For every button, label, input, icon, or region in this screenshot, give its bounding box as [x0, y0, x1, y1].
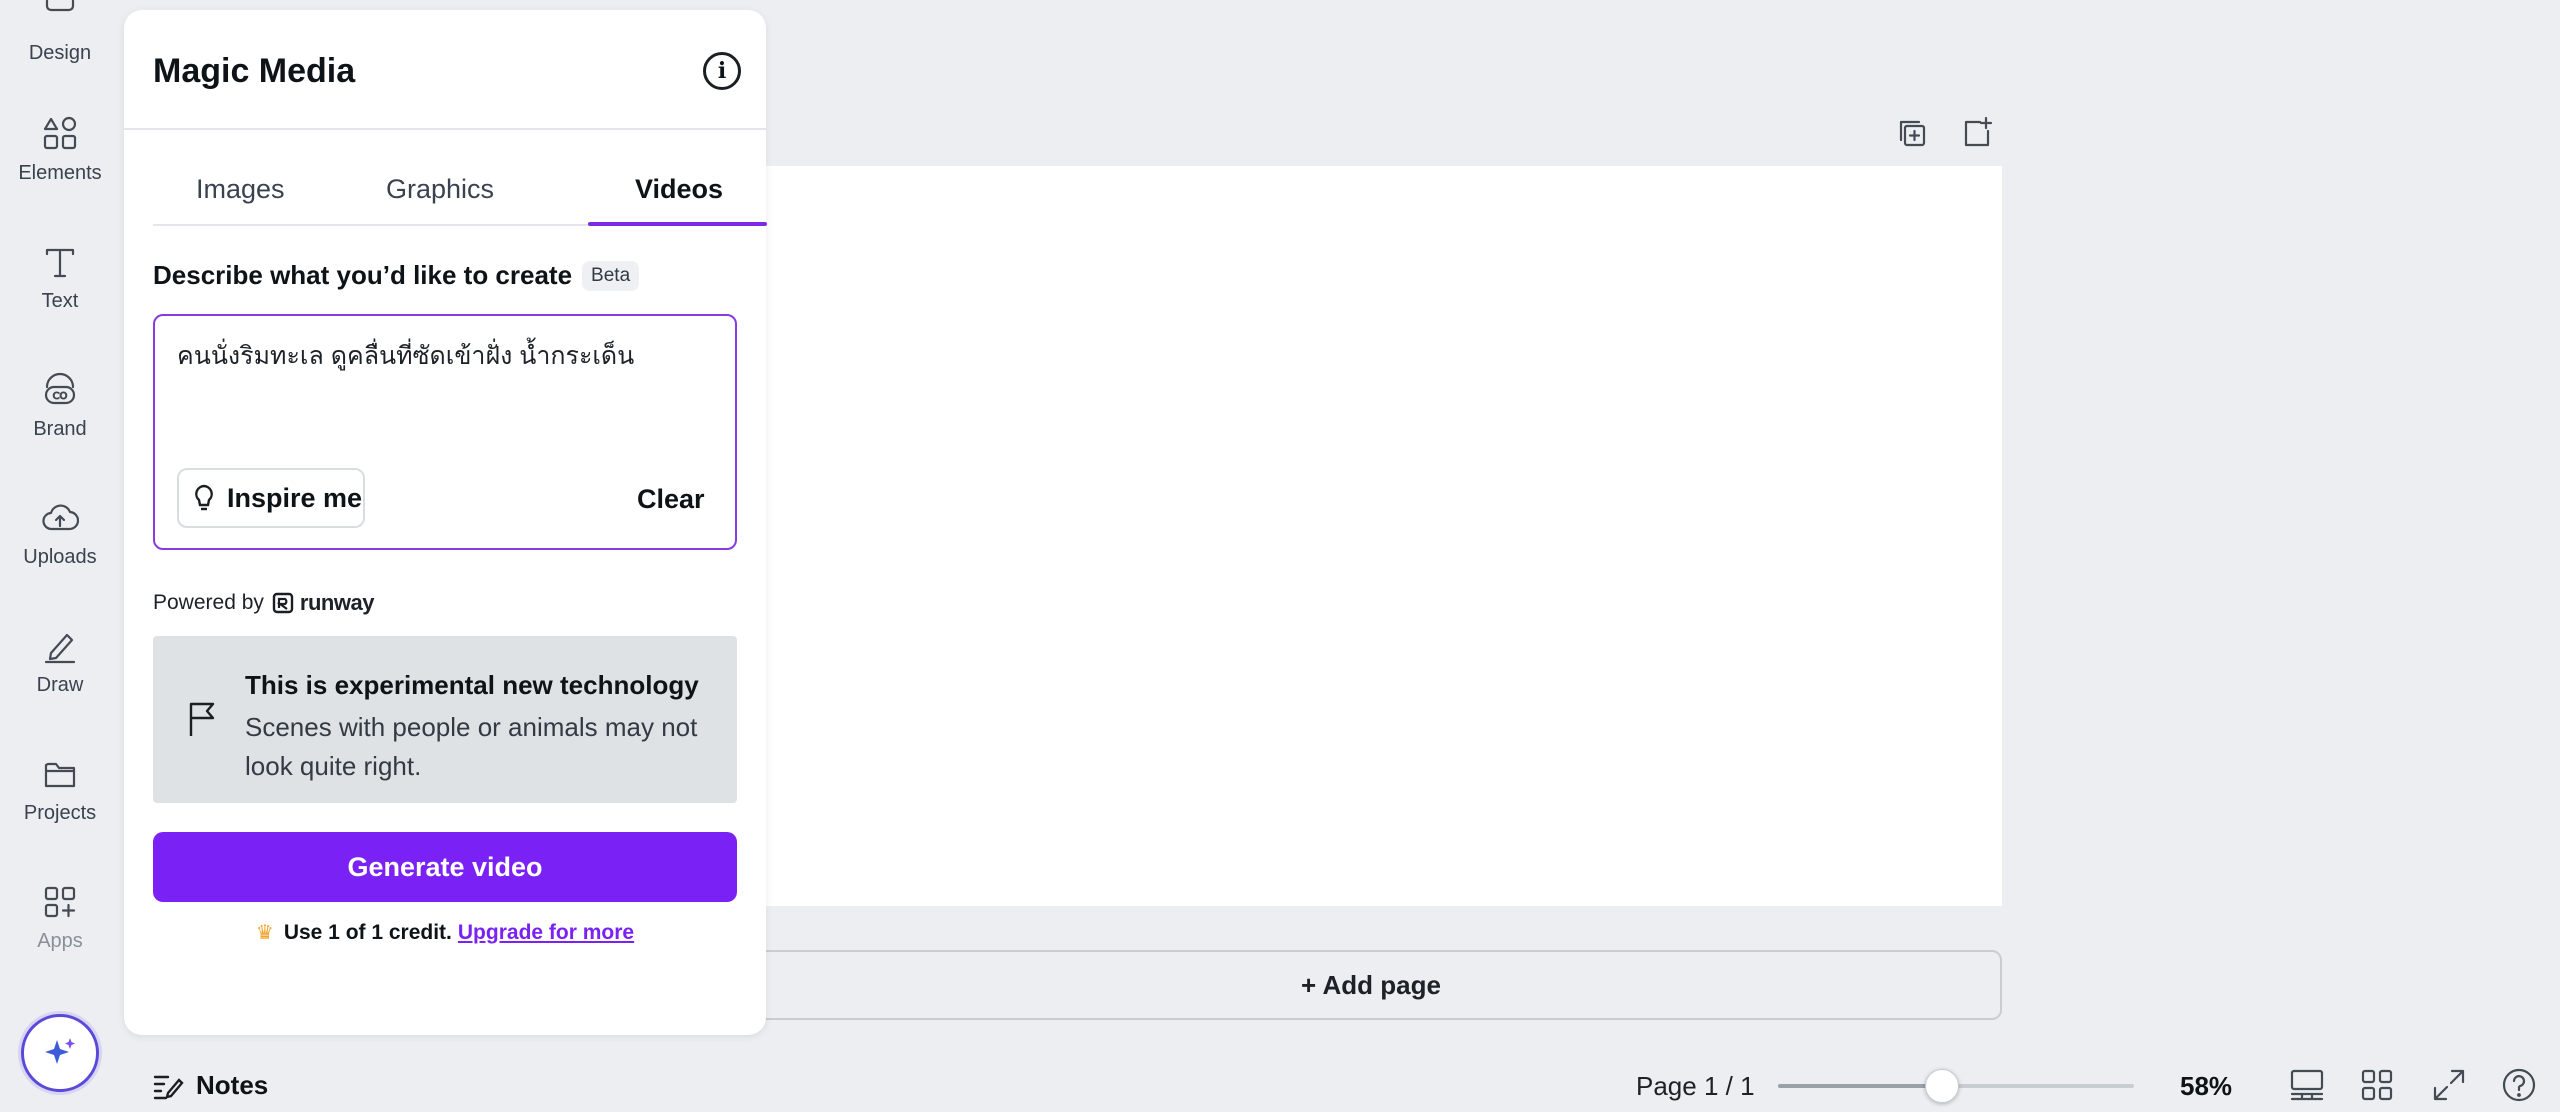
- rail-label-text: Text: [41, 290, 79, 312]
- notice-body: Scenes with people or animals may not lo…: [245, 712, 698, 781]
- upgrade-link[interactable]: Upgrade for more: [458, 921, 634, 945]
- expand-icon: [2433, 1069, 2465, 1101]
- rail-label-design: Design: [28, 42, 92, 64]
- magic-media-panel: Magic Media i Images Graphics Videos Des…: [124, 10, 767, 1035]
- info-icon[interactable]: i: [703, 52, 741, 90]
- rail-item-design[interactable]: Design: [0, 0, 120, 65]
- grid-view-button[interactable]: [2358, 1066, 2396, 1109]
- generate-video-button[interactable]: Generate video: [153, 832, 737, 902]
- beta-badge: Beta: [582, 260, 640, 291]
- panel-header: Magic Media i: [124, 10, 766, 130]
- design-icon: [40, 0, 80, 24]
- tab-images[interactable]: Images: [196, 174, 285, 205]
- svg-text:CO: CO: [53, 391, 68, 402]
- elements-icon: [40, 114, 80, 154]
- rail-label-projects: Projects: [23, 802, 97, 824]
- runway-name: runway: [299, 590, 375, 615]
- add-page-icon: [1964, 116, 1993, 147]
- zoom-percentage[interactable]: 58%: [2180, 1071, 2232, 1102]
- zoom-slider-fill: [1778, 1084, 1942, 1088]
- notice-title: This is experimental new technology: [245, 670, 699, 700]
- prompt-text[interactable]: คนนั่งริมทะเล ดูคลื่นที่ซัดเข้าฝั่ง น้ำก…: [177, 336, 634, 376]
- tab-videos[interactable]: Videos: [635, 174, 723, 205]
- inspire-me-button[interactable]: Inspire me: [177, 468, 365, 528]
- rail-item-apps[interactable]: Apps: [0, 882, 120, 953]
- runway-logo-icon: [272, 592, 294, 614]
- rail-label-elements: Elements: [18, 162, 102, 184]
- duplicate-icon: [1899, 120, 1926, 147]
- brand-icon: CO: [40, 370, 80, 410]
- credit-line: ♛ Use 1 of 1 credit. Upgrade for more: [124, 920, 766, 945]
- active-tab-indicator: [588, 222, 767, 226]
- crown-icon: ♛: [255, 922, 274, 944]
- page-view-button[interactable]: [2288, 1066, 2326, 1109]
- notes-icon: [153, 1075, 184, 1099]
- experimental-notice: This is experimental new technology Scen…: [153, 636, 737, 803]
- grid-icon: [2361, 1069, 2393, 1101]
- flag-icon: [187, 700, 217, 743]
- rail-item-brand[interactable]: CO Brand: [0, 370, 120, 441]
- describe-label: Describe what you’d like to create: [153, 260, 573, 290]
- panel-title: Magic Media: [153, 52, 356, 90]
- sparkle-icon: [45, 1038, 75, 1064]
- help-icon: [2502, 1068, 2536, 1102]
- folder-icon: [40, 754, 80, 794]
- rail-label-draw: Draw: [36, 674, 84, 696]
- add-page-button[interactable]: + Add page: [740, 950, 2002, 1020]
- rail-item-draw[interactable]: Draw: [0, 626, 120, 697]
- describe-heading: Describe what you’d like to create Beta: [153, 260, 640, 291]
- notes-label: Notes: [196, 1070, 269, 1100]
- rail-item-text[interactable]: Text: [0, 242, 120, 313]
- lightbulb-icon: [195, 484, 213, 511]
- notes-button[interactable]: Notes: [152, 1070, 268, 1101]
- tab-graphics[interactable]: Graphics: [386, 174, 494, 205]
- cloud-upload-icon: [40, 498, 80, 538]
- pen-icon: [40, 626, 80, 666]
- clear-button[interactable]: Clear: [637, 484, 705, 515]
- rail-label-brand: Brand: [33, 418, 87, 440]
- credit-text: Use 1 of 1 credit.: [283, 920, 452, 944]
- apps-icon: [40, 882, 80, 922]
- page-count[interactable]: Page 1 / 1: [1636, 1071, 1755, 1102]
- rail-label-uploads: Uploads: [23, 546, 97, 568]
- runway-logo: runway: [272, 590, 374, 616]
- add-page-top-button[interactable]: [1960, 116, 1994, 155]
- rail-item-uploads[interactable]: Uploads: [0, 498, 120, 569]
- rail-label-apps: Apps: [37, 930, 83, 952]
- text-icon: [40, 242, 80, 282]
- side-rail: Design Elements Text CO Brand Uploads Dr…: [0, 0, 120, 1112]
- rail-item-elements[interactable]: Elements: [0, 114, 120, 185]
- rail-item-projects[interactable]: Projects: [0, 754, 120, 825]
- zoom-slider-thumb[interactable]: [1924, 1069, 1959, 1103]
- magic-assistant-button[interactable]: [21, 1014, 99, 1092]
- design-canvas[interactable]: [766, 166, 2002, 906]
- inspire-me-label: Inspire me: [227, 482, 363, 513]
- powered-by: Powered by runway: [153, 590, 374, 616]
- fullscreen-button[interactable]: [2430, 1066, 2468, 1109]
- media-type-tabs: Images Graphics Videos: [153, 160, 767, 226]
- pages-layout-icon: [2290, 1069, 2324, 1101]
- help-button[interactable]: [2500, 1066, 2538, 1109]
- duplicate-page-button[interactable]: [1895, 116, 1929, 155]
- prompt-textarea[interactable]: คนนั่งริมทะเล ดูคลื่นที่ซัดเข้าฝั่ง น้ำก…: [153, 314, 737, 550]
- powered-by-label: Powered by: [153, 591, 264, 614]
